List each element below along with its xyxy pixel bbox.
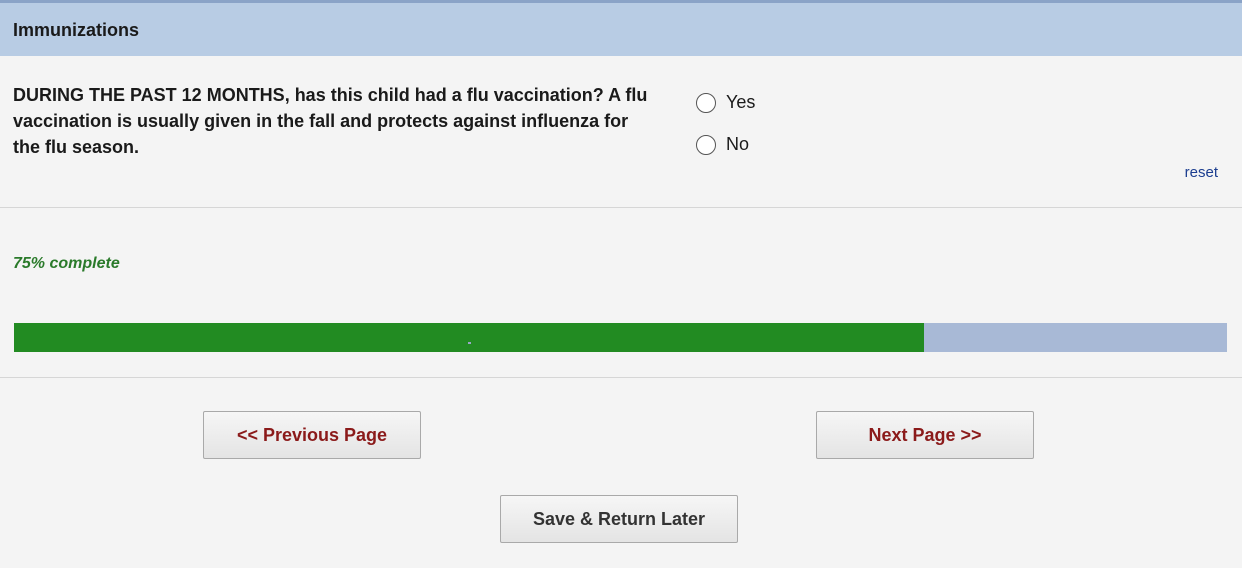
choice-no[interactable]: No: [696, 134, 749, 155]
question-text: DURING THE PAST 12 MONTHS, has this chil…: [13, 85, 648, 157]
progress-bar-track: [14, 323, 1227, 352]
section-header: Immunizations: [0, 0, 1242, 56]
progress-area: 75% complete: [0, 208, 1242, 378]
radio-no[interactable]: [696, 134, 716, 155]
question-row: DURING THE PAST 12 MONTHS, has this chil…: [0, 56, 1242, 208]
previous-page-button[interactable]: << Previous Page: [203, 411, 421, 459]
radio-yes[interactable]: [696, 92, 716, 113]
progress-bar-fill: [14, 323, 924, 352]
progress-label: 75% complete: [13, 255, 120, 272]
save-return-later-button[interactable]: Save & Return Later: [500, 495, 738, 543]
choice-no-label: No: [726, 134, 750, 154]
next-page-button[interactable]: Next Page >>: [816, 411, 1034, 459]
reset-link[interactable]: reset: [1185, 164, 1218, 181]
progress-bar-marker: [468, 342, 471, 344]
choice-yes[interactable]: Yes: [696, 92, 755, 113]
choice-yes-label: Yes: [726, 92, 756, 112]
section-title: Immunizations: [13, 20, 140, 40]
